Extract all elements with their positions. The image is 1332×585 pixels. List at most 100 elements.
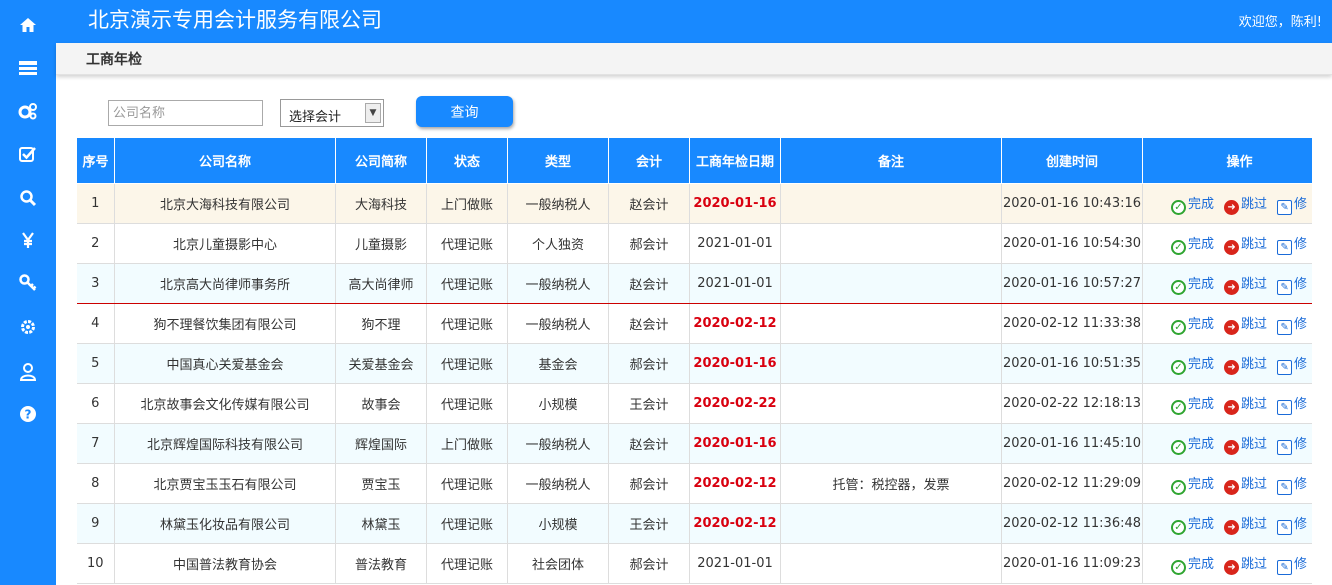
sidebar: ? — [0, 0, 56, 585]
cell-status: 代理记账 — [426, 343, 508, 384]
cell-inspection-date: 2020-02-22 — [689, 383, 781, 424]
edit-button[interactable]: ✎ 修 — [1277, 513, 1307, 535]
cell-short-name: 关爱基金会 — [335, 343, 427, 384]
check-circle-icon: ✓ — [1171, 479, 1186, 495]
company-name-input[interactable] — [108, 100, 263, 126]
header-accountant: 会计 — [608, 137, 690, 184]
cell-accountant: 王会计 — [608, 383, 690, 424]
user-icon[interactable] — [0, 351, 56, 391]
yen-icon[interactable] — [0, 220, 56, 260]
cell-accountant: 郝会计 — [608, 223, 690, 264]
cell-company-name: 中国真心关爱基金会 — [114, 343, 336, 384]
cell-inspection-date: 2020-01-16 — [689, 423, 781, 464]
arrow-right-circle-icon: ➜ — [1224, 279, 1240, 295]
edit-button[interactable]: ✎ 修 — [1277, 193, 1307, 215]
edit-button[interactable]: ✎ 修 — [1277, 273, 1307, 295]
complete-label: 完成 — [1188, 516, 1215, 532]
svg-text:?: ? — [25, 408, 32, 422]
cell-created-time: 2020-02-12 11:29:09 — [1001, 463, 1143, 504]
skip-button[interactable]: ➜ 跳过 — [1224, 513, 1267, 535]
arrow-right-circle-icon: ➜ — [1224, 479, 1240, 495]
complete-label: 完成 — [1188, 436, 1215, 452]
complete-button[interactable]: ✓ 完成 — [1171, 273, 1214, 295]
skip-button[interactable]: ➜ 跳过 — [1224, 433, 1267, 455]
checkbox-icon[interactable] — [0, 134, 56, 174]
complete-label: 完成 — [1188, 236, 1215, 252]
edit-button[interactable]: ✎ 修 — [1277, 473, 1307, 495]
complete-button[interactable]: ✓ 完成 — [1171, 473, 1214, 495]
accountant-select[interactable]: 选择会计 ▼ — [280, 99, 384, 127]
cell-created-time: 2020-01-16 10:51:35 — [1001, 343, 1143, 384]
edit-button[interactable]: ✎ 修 — [1277, 433, 1307, 455]
cell-created-time: 2020-02-12 11:36:48 — [1001, 503, 1143, 544]
table-row[interactable]: 6 北京故事会文化传媒有限公司 故事会 代理记账 小规模 王会计 2020-02-22 202… — [76, 383, 1312, 424]
edit-button[interactable]: ✎ 修 — [1277, 353, 1307, 375]
cell-actions: ✓ 完成 ➜ 跳过 ✎ 修 — [1142, 383, 1312, 424]
complete-button[interactable]: ✓ 完成 — [1171, 193, 1214, 215]
edit-label: 修 — [1294, 516, 1308, 532]
cell-short-name: 普法教育 — [335, 543, 427, 584]
check-circle-icon: ✓ — [1171, 519, 1186, 535]
accountant-select-value: 选择会计 — [289, 110, 342, 125]
table-row[interactable]: 1 北京大海科技有限公司 大海科技 上门做账 一般纳税人 赵会计 2020-01-16 202… — [76, 183, 1312, 224]
skip-button[interactable]: ➜ 跳过 — [1224, 313, 1267, 335]
cell-inspection-date: 2020-01-16 — [689, 183, 781, 224]
table-row[interactable]: 8 北京贾宝玉玉石有限公司 贾宝玉 代理记账 一般纳税人 郝会计 2020-02-12 托管：… — [76, 463, 1312, 504]
home-icon[interactable] — [0, 5, 56, 45]
cell-type: 一般纳税人 — [507, 463, 609, 504]
top-bar: 北京演示专用会计服务有限公司 欢迎您，陈利! — [56, 0, 1332, 43]
table-row[interactable]: 5 中国真心关爱基金会 关爱基金会 代理记账 基金会 郝会计 2020-01-16 2020-… — [76, 343, 1312, 384]
cell-company-name: 狗不理餐饮集团有限公司 — [114, 303, 336, 344]
complete-button[interactable]: ✓ 完成 — [1171, 313, 1214, 335]
table-row[interactable]: 2 北京儿童摄影中心 儿童摄影 代理记账 个人独资 郝会计 2021-01-01 2020-0… — [76, 223, 1312, 264]
cogs-icon[interactable] — [0, 91, 56, 131]
edit-button[interactable]: ✎ 修 — [1277, 313, 1307, 335]
edit-label: 修 — [1294, 276, 1308, 292]
cell-created-time: 2020-01-16 11:09:23 — [1001, 543, 1143, 584]
query-button[interactable]: 查询 — [416, 96, 513, 127]
table-row[interactable]: 4 狗不理餐饮集团有限公司 狗不理 代理记账 一般纳税人 赵会计 2020-02-12 202… — [76, 303, 1312, 344]
table-row[interactable]: 9 林黛玉化妆品有限公司 林黛玉 代理记账 小规模 王会计 2020-02-12 2020-0… — [76, 503, 1312, 544]
table-row[interactable]: 10 中国普法教育协会 普法教育 代理记账 社会团体 郝会计 2021-01-01 2020-… — [76, 543, 1312, 584]
complete-button[interactable]: ✓ 完成 — [1171, 353, 1214, 375]
cell-no: 7 — [76, 423, 115, 464]
edit-button[interactable]: ✎ 修 — [1277, 553, 1307, 575]
cell-accountant: 赵会计 — [608, 183, 690, 224]
edit-button[interactable]: ✎ 修 — [1277, 233, 1307, 255]
gear-icon[interactable] — [0, 307, 56, 347]
edit-button[interactable]: ✎ 修 — [1277, 393, 1307, 415]
skip-button[interactable]: ➜ 跳过 — [1224, 233, 1267, 255]
chevron-down-icon[interactable]: ▼ — [365, 103, 381, 123]
skip-button[interactable]: ➜ 跳过 — [1224, 553, 1267, 575]
skip-button[interactable]: ➜ 跳过 — [1224, 193, 1267, 215]
edit-label: 修 — [1294, 196, 1308, 212]
complete-button[interactable]: ✓ 完成 — [1171, 433, 1214, 455]
cell-note — [780, 263, 1002, 304]
skip-button[interactable]: ➜ 跳过 — [1224, 353, 1267, 375]
complete-button[interactable]: ✓ 完成 — [1171, 233, 1214, 255]
cell-company-name: 北京贾宝玉玉石有限公司 — [114, 463, 336, 504]
table-row[interactable]: 7 北京辉煌国际科技有限公司 辉煌国际 上门做账 一般纳税人 赵会计 2020-01-16 2… — [76, 423, 1312, 464]
cell-actions: ✓ 完成 ➜ 跳过 ✎ 修 — [1142, 223, 1312, 264]
app-title: 北京演示专用会计服务有限公司 — [88, 8, 382, 32]
check-circle-icon: ✓ — [1171, 439, 1186, 455]
cell-short-name: 高大尚律师 — [335, 263, 427, 304]
skip-label: 跳过 — [1241, 476, 1268, 492]
edit-label: 修 — [1294, 356, 1308, 372]
cell-short-name: 故事会 — [335, 383, 427, 424]
list-icon[interactable] — [0, 48, 56, 88]
complete-button[interactable]: ✓ 完成 — [1171, 553, 1214, 575]
complete-button[interactable]: ✓ 完成 — [1171, 393, 1214, 415]
cell-inspection-date: 2021-01-01 — [689, 263, 781, 304]
skip-button[interactable]: ➜ 跳过 — [1224, 273, 1267, 295]
help-icon[interactable]: ? — [0, 394, 56, 434]
skip-label: 跳过 — [1241, 236, 1268, 252]
search-icon[interactable] — [0, 178, 56, 218]
skip-button[interactable]: ➜ 跳过 — [1224, 473, 1267, 495]
check-circle-icon: ✓ — [1171, 319, 1186, 335]
complete-button[interactable]: ✓ 完成 — [1171, 513, 1214, 535]
key-icon[interactable] — [0, 263, 56, 303]
skip-button[interactable]: ➜ 跳过 — [1224, 393, 1267, 415]
table-row[interactable]: 3 北京高大尚律师事务所 高大尚律师 代理记账 一般纳税人 赵会计 2021-01-01 20… — [76, 263, 1312, 304]
cell-status: 上门做账 — [426, 183, 508, 224]
